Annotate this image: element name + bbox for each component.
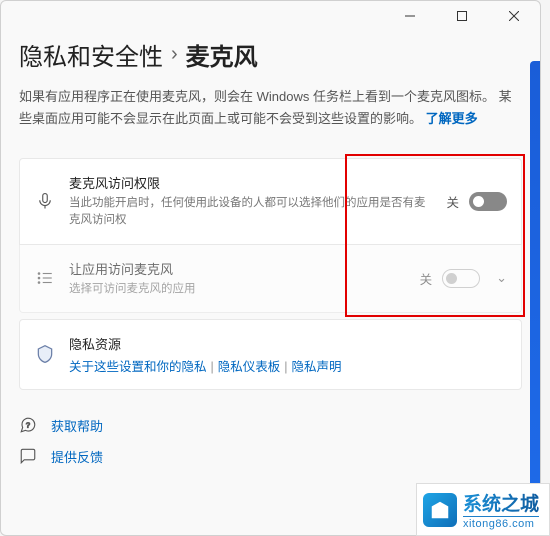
- maximize-button[interactable]: [440, 2, 484, 30]
- mic-access-state: 关: [446, 192, 459, 211]
- watermark-url: xitong86.com: [463, 516, 539, 530]
- learn-more-link[interactable]: 了解更多: [426, 111, 478, 126]
- privacy-statement-link[interactable]: 隐私声明: [292, 360, 342, 374]
- minimize-icon: [405, 11, 415, 21]
- info-text: 如果有应用程序正在使用麦克风，则会在 Windows 任务栏上看到一个麦克风图标…: [19, 86, 522, 130]
- privacy-links: 关于这些设置和你的隐私|隐私仪表板|隐私声明: [69, 356, 507, 375]
- close-icon: [509, 11, 519, 21]
- svg-text:?: ?: [26, 421, 30, 430]
- microphone-icon: [34, 190, 56, 212]
- feedback-icon: [19, 447, 37, 465]
- get-help-label: 获取帮助: [51, 416, 103, 435]
- privacy-card: 隐私资源 关于这些设置和你的隐私|隐私仪表板|隐私声明: [19, 319, 522, 390]
- close-button[interactable]: [492, 2, 536, 30]
- app-access-card: 让应用访问麦克风 选择可访问麦克风的应用 关 ⌄: [19, 245, 522, 313]
- mic-access-toggle[interactable]: [469, 192, 507, 211]
- app-access-state: 关: [420, 269, 433, 288]
- app-access-sub: 选择可访问麦克风的应用: [69, 281, 407, 298]
- mic-access-card: 麦克风访问权限 当此功能开启时，任何使用此设备的人都可以选择他们的应用是否有麦克…: [19, 158, 522, 245]
- list-icon: [34, 267, 56, 289]
- right-edge-decor: [530, 61, 540, 501]
- settings-window: 隐私和安全性 › 麦克风 如果有应用程序正在使用麦克风，则会在 Windows …: [0, 0, 541, 536]
- feedback-label: 提供反馈: [51, 447, 103, 466]
- breadcrumb: 隐私和安全性 › 麦克风: [19, 37, 522, 72]
- watermark-name: 系统之城: [463, 489, 539, 516]
- feedback-link[interactable]: 提供反馈: [19, 447, 522, 466]
- breadcrumb-parent[interactable]: 隐私和安全性: [19, 37, 163, 72]
- privacy-about-link[interactable]: 关于这些设置和你的隐私: [69, 360, 207, 374]
- titlebar: [1, 1, 540, 31]
- help-icon: ?: [19, 416, 37, 434]
- minimize-button[interactable]: [388, 2, 432, 30]
- watermark-logo-icon: [423, 493, 457, 527]
- watermark: 系统之城 xitong86.com: [416, 483, 550, 536]
- maximize-icon: [457, 11, 467, 21]
- app-access-toggle[interactable]: [442, 269, 480, 288]
- chevron-down-icon[interactable]: ⌄: [496, 270, 507, 286]
- mic-access-sub: 当此功能开启时，任何使用此设备的人都可以选择他们的应用是否有麦克风访问权: [69, 195, 433, 230]
- page-title: 麦克风: [186, 37, 258, 72]
- mic-access-title: 麦克风访问权限: [69, 173, 433, 192]
- app-access-title: 让应用访问麦克风: [69, 259, 407, 278]
- chevron-right-icon: ›: [171, 43, 178, 66]
- privacy-title: 隐私资源: [69, 334, 507, 353]
- shield-icon: [34, 343, 56, 365]
- privacy-dashboard-link[interactable]: 隐私仪表板: [218, 360, 281, 374]
- get-help-link[interactable]: ? 获取帮助: [19, 416, 522, 435]
